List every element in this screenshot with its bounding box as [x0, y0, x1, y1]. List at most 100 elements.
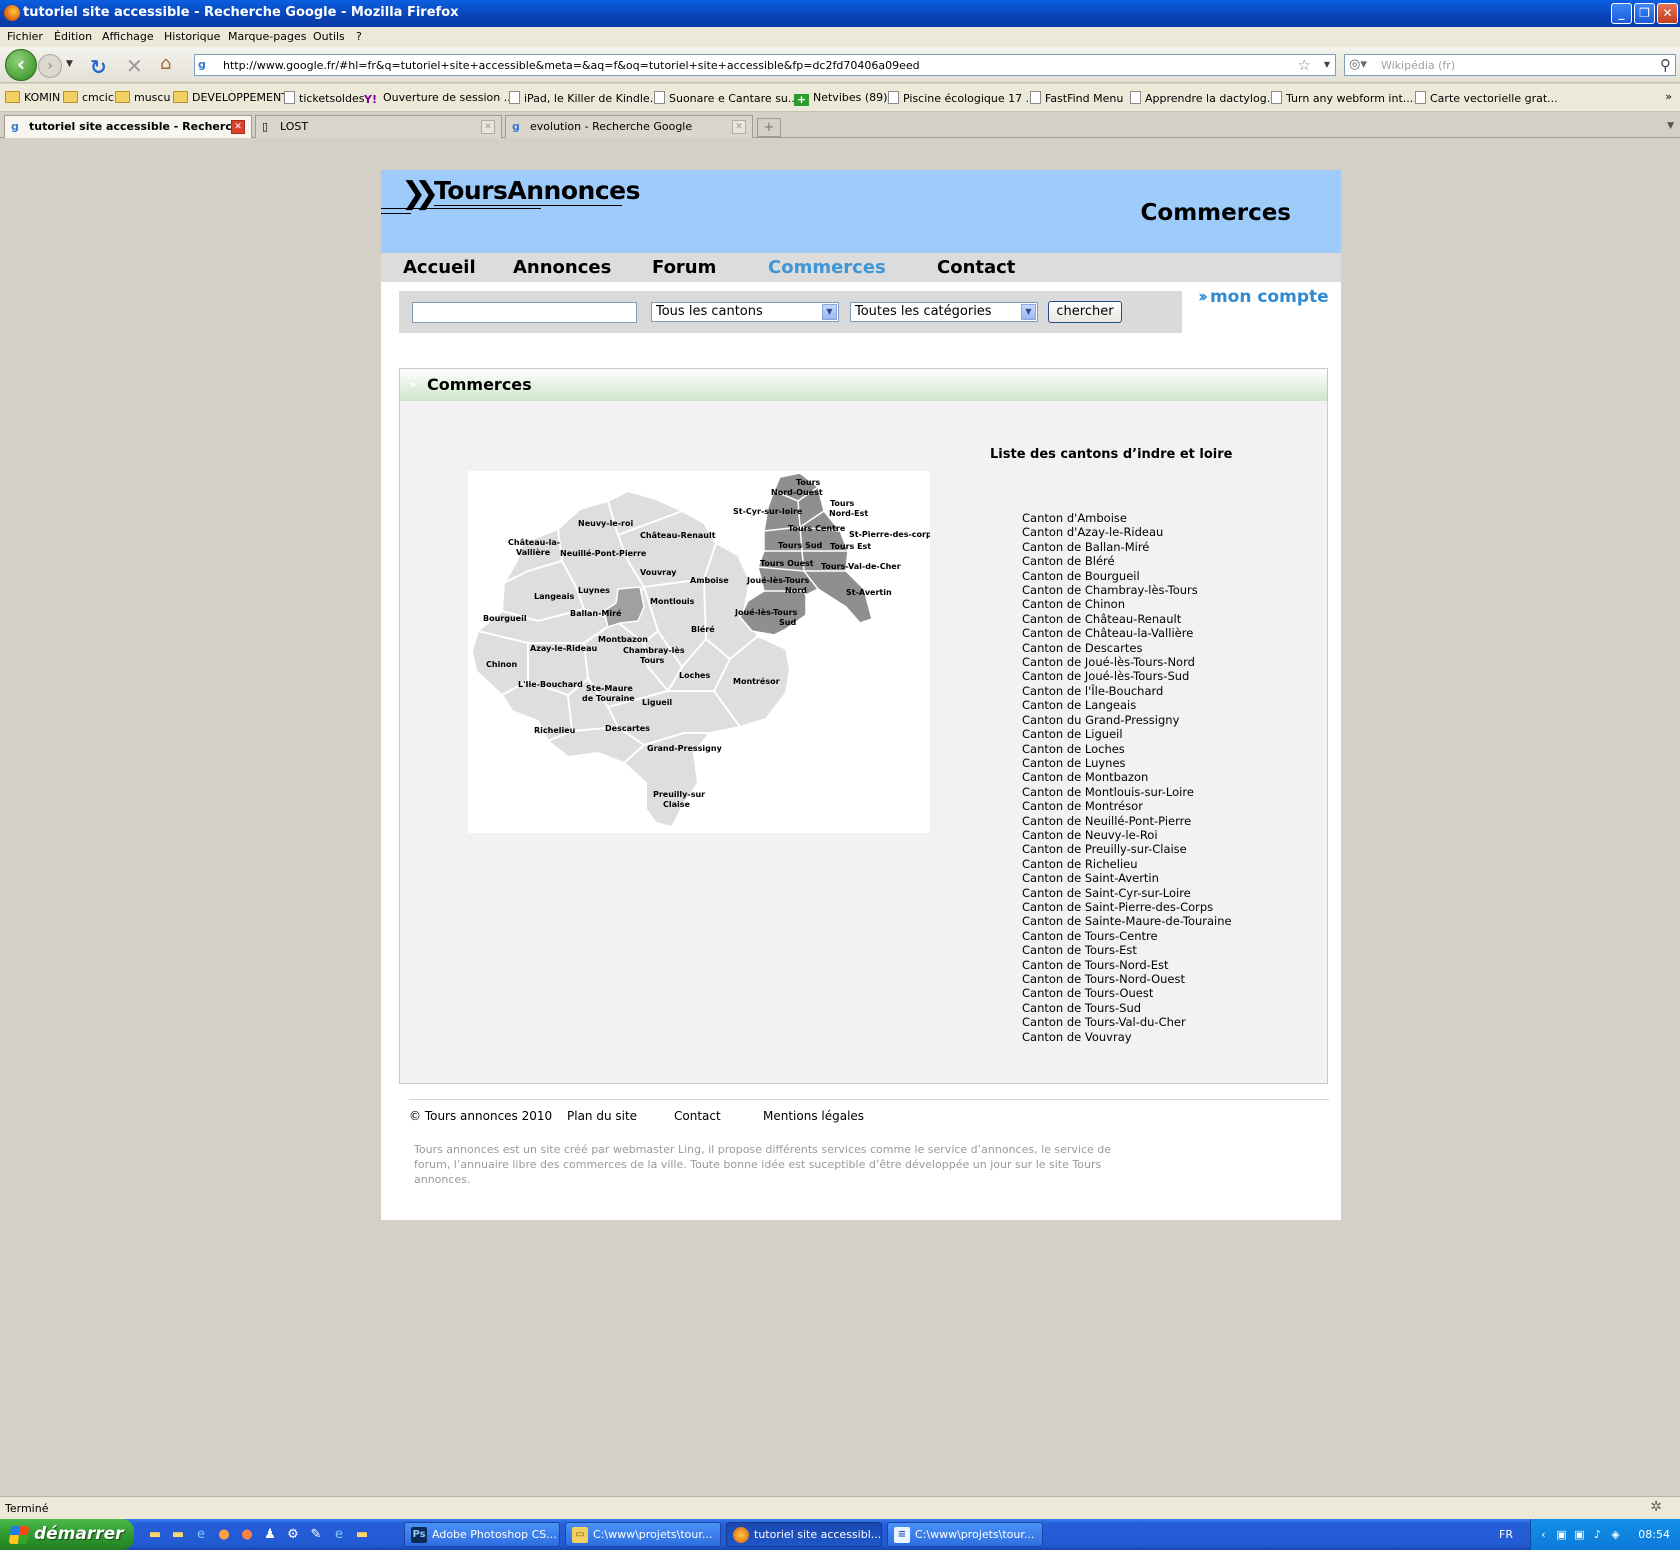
canton-item[interactable]: Canton de Château-Renault — [1022, 612, 1232, 626]
minimize-button[interactable]: _ — [1611, 3, 1632, 24]
start-button[interactable]: démarrer — [0, 1519, 134, 1550]
canton-item[interactable]: Canton de Tours-Ouest — [1022, 986, 1232, 1000]
bookmark-item[interactable]: cmcic — [63, 91, 114, 104]
network-icon[interactable]: ▣ — [1573, 1528, 1586, 1541]
tab-close-icon[interactable]: ✕ — [231, 120, 245, 134]
ie-icon[interactable]: e — [331, 1527, 347, 1543]
site-logo[interactable]: ToursAnnonces — [434, 176, 641, 205]
search-placeholder[interactable]: Wikipédia (fr) — [1381, 59, 1455, 72]
bookmark-item[interactable]: ticketsoldes — [284, 91, 364, 105]
bookmark-star-icon[interactable]: ☆ — [1298, 56, 1311, 74]
footer-link-mentions[interactable]: Mentions légales — [763, 1109, 864, 1123]
footer-link-plan[interactable]: Plan du site — [567, 1109, 637, 1123]
search-box[interactable]: ◎▾ Wikipédia (fr) ⚲ — [1344, 54, 1676, 76]
bookmark-item[interactable]: iPad, le Killer de Kindle... — [509, 91, 660, 105]
canton-item[interactable]: Canton de Bourgueil — [1022, 569, 1232, 583]
canton-item[interactable]: Canton de l'Île-Bouchard — [1022, 684, 1232, 698]
menu-fichier[interactable]: Fichier — [7, 30, 43, 43]
canton-item[interactable]: Canton de Neuillé-Pont-Pierre — [1022, 814, 1232, 828]
menu-help[interactable]: ? — [356, 30, 362, 43]
forward-arrow-icon[interactable]: › — [38, 54, 62, 78]
security-shield-icon[interactable]: ◈ — [1609, 1528, 1622, 1541]
canton-select[interactable]: Tous les cantons ▼ — [651, 302, 839, 322]
nav-contact[interactable]: Contact — [937, 257, 1015, 278]
close-button[interactable]: ✕ — [1657, 3, 1678, 24]
canton-item[interactable]: Canton de Château-la-Vallière — [1022, 626, 1232, 640]
nav-commerces[interactable]: Commerces — [768, 257, 886, 278]
canton-item[interactable]: Canton de Langeais — [1022, 698, 1232, 712]
network-icon[interactable]: ▣ — [1555, 1528, 1568, 1541]
messenger-icon[interactable]: ♟ — [262, 1527, 278, 1543]
canton-item[interactable]: Canton de Neuvy-le-Roi — [1022, 828, 1232, 842]
taskbar-item-photoshop[interactable]: Ps Adobe Photoshop CS... — [404, 1522, 560, 1547]
search-input[interactable] — [412, 302, 637, 323]
volume-icon[interactable]: ♪ — [1591, 1528, 1604, 1541]
canton-item[interactable]: Canton de Sainte-Maure-de-Touraine — [1022, 914, 1232, 928]
menu-outils[interactable]: Outils — [313, 30, 345, 43]
canton-item[interactable]: Canton de Montrésor — [1022, 799, 1232, 813]
bookmark-item[interactable]: DEVELOPPEMENT — [173, 91, 288, 104]
tab-tutoriel[interactable]: g tutoriel site accessible - Recherc... … — [4, 115, 252, 139]
canton-item[interactable]: Canton de Saint-Avertin — [1022, 871, 1232, 885]
folder-icon[interactable]: ▬ — [354, 1527, 370, 1543]
taskbar-item-explorer[interactable]: ▭ C:\www\projets\tour... — [565, 1522, 721, 1547]
canton-item[interactable]: Canton de Tours-Val-du-Cher — [1022, 1015, 1232, 1029]
canton-item[interactable]: Canton de Montbazon — [1022, 770, 1232, 784]
taskbar-item-firefox[interactable]: tutoriel site accessibl... — [726, 1522, 882, 1547]
canton-item[interactable]: Canton de Tours-Est — [1022, 943, 1232, 957]
bookmark-item[interactable]: Piscine écologique 17 ... — [888, 91, 1036, 105]
canton-item[interactable]: Canton de Luynes — [1022, 756, 1232, 770]
menu-marque-pages[interactable]: Marque-pages — [228, 30, 306, 43]
canton-item[interactable]: Canton de Chambray-lès-Tours — [1022, 583, 1232, 597]
canton-item[interactable]: Canton de Saint-Cyr-sur-Loire — [1022, 886, 1232, 900]
canton-item[interactable]: Canton de Descartes — [1022, 641, 1232, 655]
bookmark-item[interactable]: + Netvibes (89) — [794, 91, 887, 106]
bookmark-item[interactable]: FastFind Menu — [1030, 91, 1123, 105]
taskbar-item-notepad[interactable]: ≡ C:\www\projets\tour... — [887, 1522, 1043, 1547]
tray-expand-icon[interactable]: ‹ — [1537, 1528, 1550, 1541]
search-icon[interactable]: ⚲ — [1660, 56, 1671, 74]
tab-lost[interactable]: ▯ LOST ✕ — [255, 115, 502, 138]
bookmark-item[interactable]: Carte vectorielle grat... — [1415, 91, 1558, 105]
canton-item[interactable]: Canton de Ballan-Miré — [1022, 540, 1232, 554]
reload-icon[interactable]: ↻ — [90, 55, 107, 79]
canton-item[interactable]: Canton de Montlouis-sur-Loire — [1022, 785, 1232, 799]
new-tab-icon[interactable]: + — [757, 118, 781, 137]
canton-item[interactable]: Canton de Bléré — [1022, 554, 1232, 568]
menu-affichage[interactable]: Affichage — [102, 30, 154, 43]
canton-item[interactable]: Canton de Tours-Nord-Ouest — [1022, 972, 1232, 986]
account-link[interactable]: ›› mon compte — [1198, 287, 1329, 307]
language-indicator[interactable]: FR — [1499, 1528, 1513, 1541]
canton-item[interactable]: Canton de Preuilly-sur-Claise — [1022, 842, 1232, 856]
canton-item[interactable]: Canton du Grand-Pressigny — [1022, 713, 1232, 727]
maximize-button[interactable]: ❐ — [1634, 3, 1655, 24]
search-engine-icon[interactable]: ◎▾ — [1349, 57, 1367, 72]
tab-evolution[interactable]: g evolution - Recherche Google ✕ — [505, 115, 753, 138]
canton-item[interactable]: Canton de Joué-lès-Tours-Nord — [1022, 655, 1232, 669]
nav-accueil[interactable]: Accueil — [403, 257, 476, 278]
canton-item[interactable]: Canton d'Azay-le-Rideau — [1022, 525, 1232, 539]
bookmark-item[interactable]: muscu — [115, 91, 170, 104]
canton-item[interactable]: Canton de Tours-Centre — [1022, 929, 1232, 943]
bookmark-item[interactable]: KOMIN — [5, 91, 60, 104]
back-arrow-icon[interactable]: ‹ — [5, 49, 37, 81]
canton-item[interactable]: Canton de Tours-Nord-Est — [1022, 958, 1232, 972]
tab-close-icon[interactable]: ✕ — [481, 120, 495, 134]
tool-icon[interactable]: ✎ — [308, 1527, 324, 1543]
bookmark-item[interactable]: Turn any webform int... — [1271, 91, 1413, 105]
home-icon[interactable]: ⌂ — [160, 53, 171, 74]
nav-forum[interactable]: Forum — [652, 257, 716, 278]
canton-item[interactable]: Canton de Ligueil — [1022, 727, 1232, 741]
nav-annonces[interactable]: Annonces — [513, 257, 611, 278]
canton-map[interactable]: Neuvy-le-roi Château-Renault Château-la-… — [468, 471, 930, 833]
category-select[interactable]: Toutes les catégories ▼ — [850, 302, 1038, 322]
firefox-icon[interactable]: ● — [239, 1527, 255, 1543]
footer-link-contact[interactable]: Contact — [674, 1109, 721, 1123]
firefox-icon[interactable]: ● — [216, 1527, 232, 1543]
addon-icon[interactable]: ✲ — [1650, 1499, 1662, 1515]
canton-item[interactable]: Canton de Joué-lès-Tours-Sud — [1022, 669, 1232, 683]
canton-item[interactable]: Canton de Chinon — [1022, 597, 1232, 611]
bookmark-item[interactable]: Suonare e Cantare su... — [654, 91, 798, 105]
ie-icon[interactable]: e — [193, 1527, 209, 1543]
url-text[interactable]: http://www.google.fr/#hl=fr&q=tutoriel+s… — [223, 59, 920, 72]
